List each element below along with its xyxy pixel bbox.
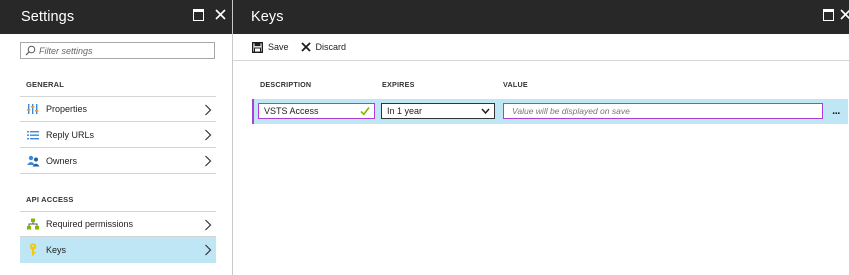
value-placeholder: Value will be displayed on save: [512, 106, 630, 116]
close-icon[interactable]: [215, 9, 229, 23]
expires-value: In 1 year: [387, 106, 423, 116]
filter-settings-field[interactable]: [20, 42, 215, 59]
maximize-icon[interactable]: [193, 9, 207, 23]
section-label-general: GENERAL: [26, 80, 65, 89]
column-header-expires: EXPIRES: [382, 80, 415, 89]
menu-item-required-permissions[interactable]: Required permissions: [20, 211, 216, 237]
settings-title: Settings: [21, 9, 75, 25]
save-button[interactable]: Save: [252, 41, 289, 53]
chevron-right-icon: [205, 104, 212, 116]
settings-header: Settings: [0, 0, 232, 34]
menu-item-label: Reply URLs: [46, 129, 95, 140]
general-menu: Properties Reply URLs Owners: [20, 96, 216, 174]
chevron-right-icon: [205, 155, 212, 167]
chevron-right-icon: [205, 244, 212, 256]
menu-item-label: Properties: [46, 104, 88, 114]
maximize-icon[interactable]: [823, 9, 837, 23]
menu-item-owners[interactable]: Owners: [20, 148, 216, 174]
chevron-right-icon: [205, 129, 212, 141]
menu-item-label: Required permissions: [46, 219, 134, 229]
menu-item-keys[interactable]: Keys: [20, 237, 216, 263]
keys-header: Keys: [233, 0, 849, 34]
keys-title: Keys: [251, 9, 284, 25]
settings-blade: Settings GENERAL Properties Reply URLs: [0, 0, 233, 275]
column-header-value: VALUE: [503, 80, 528, 89]
chevron-right-icon: [205, 219, 212, 231]
discard-button[interactable]: Discard: [300, 42, 347, 52]
discard-label: Discard: [315, 42, 347, 52]
menu-item-properties[interactable]: Properties: [20, 96, 216, 122]
list-icon: [26, 128, 40, 142]
filter-settings-input[interactable]: [39, 45, 199, 56]
discard-icon: [300, 42, 311, 52]
search-icon: [25, 45, 37, 57]
save-label: Save: [268, 42, 289, 52]
save-icon: [252, 41, 263, 53]
value-field[interactable]: Value will be displayed on save: [503, 103, 823, 119]
menu-item-label: Owners: [46, 155, 78, 166]
chevron-down-icon: [481, 108, 490, 115]
menu-item-label: Keys: [46, 244, 67, 255]
description-input[interactable]: VSTS Access: [258, 103, 375, 119]
description-value: VSTS Access: [264, 106, 319, 116]
properties-icon: [26, 102, 40, 116]
close-icon[interactable]: [840, 9, 849, 23]
expires-select[interactable]: In 1 year: [381, 103, 495, 119]
key-icon: [26, 243, 40, 257]
check-icon: [360, 107, 370, 116]
command-bar: Save Discard: [233, 34, 849, 61]
key-row: VSTS Access In 1 year Value will be disp…: [252, 99, 848, 124]
column-header-description: DESCRIPTION: [260, 80, 312, 89]
api-access-menu: Required permissions Keys: [20, 211, 216, 263]
more-options-button[interactable]: ...: [828, 104, 844, 118]
users-icon: [26, 154, 40, 168]
section-label-api-access: API ACCESS: [26, 195, 74, 204]
permissions-icon: [26, 217, 40, 231]
keys-blade: Keys Save Discard DESCRIPTION EXPIRES VA…: [233, 0, 849, 275]
menu-item-reply-urls[interactable]: Reply URLs: [20, 122, 216, 148]
